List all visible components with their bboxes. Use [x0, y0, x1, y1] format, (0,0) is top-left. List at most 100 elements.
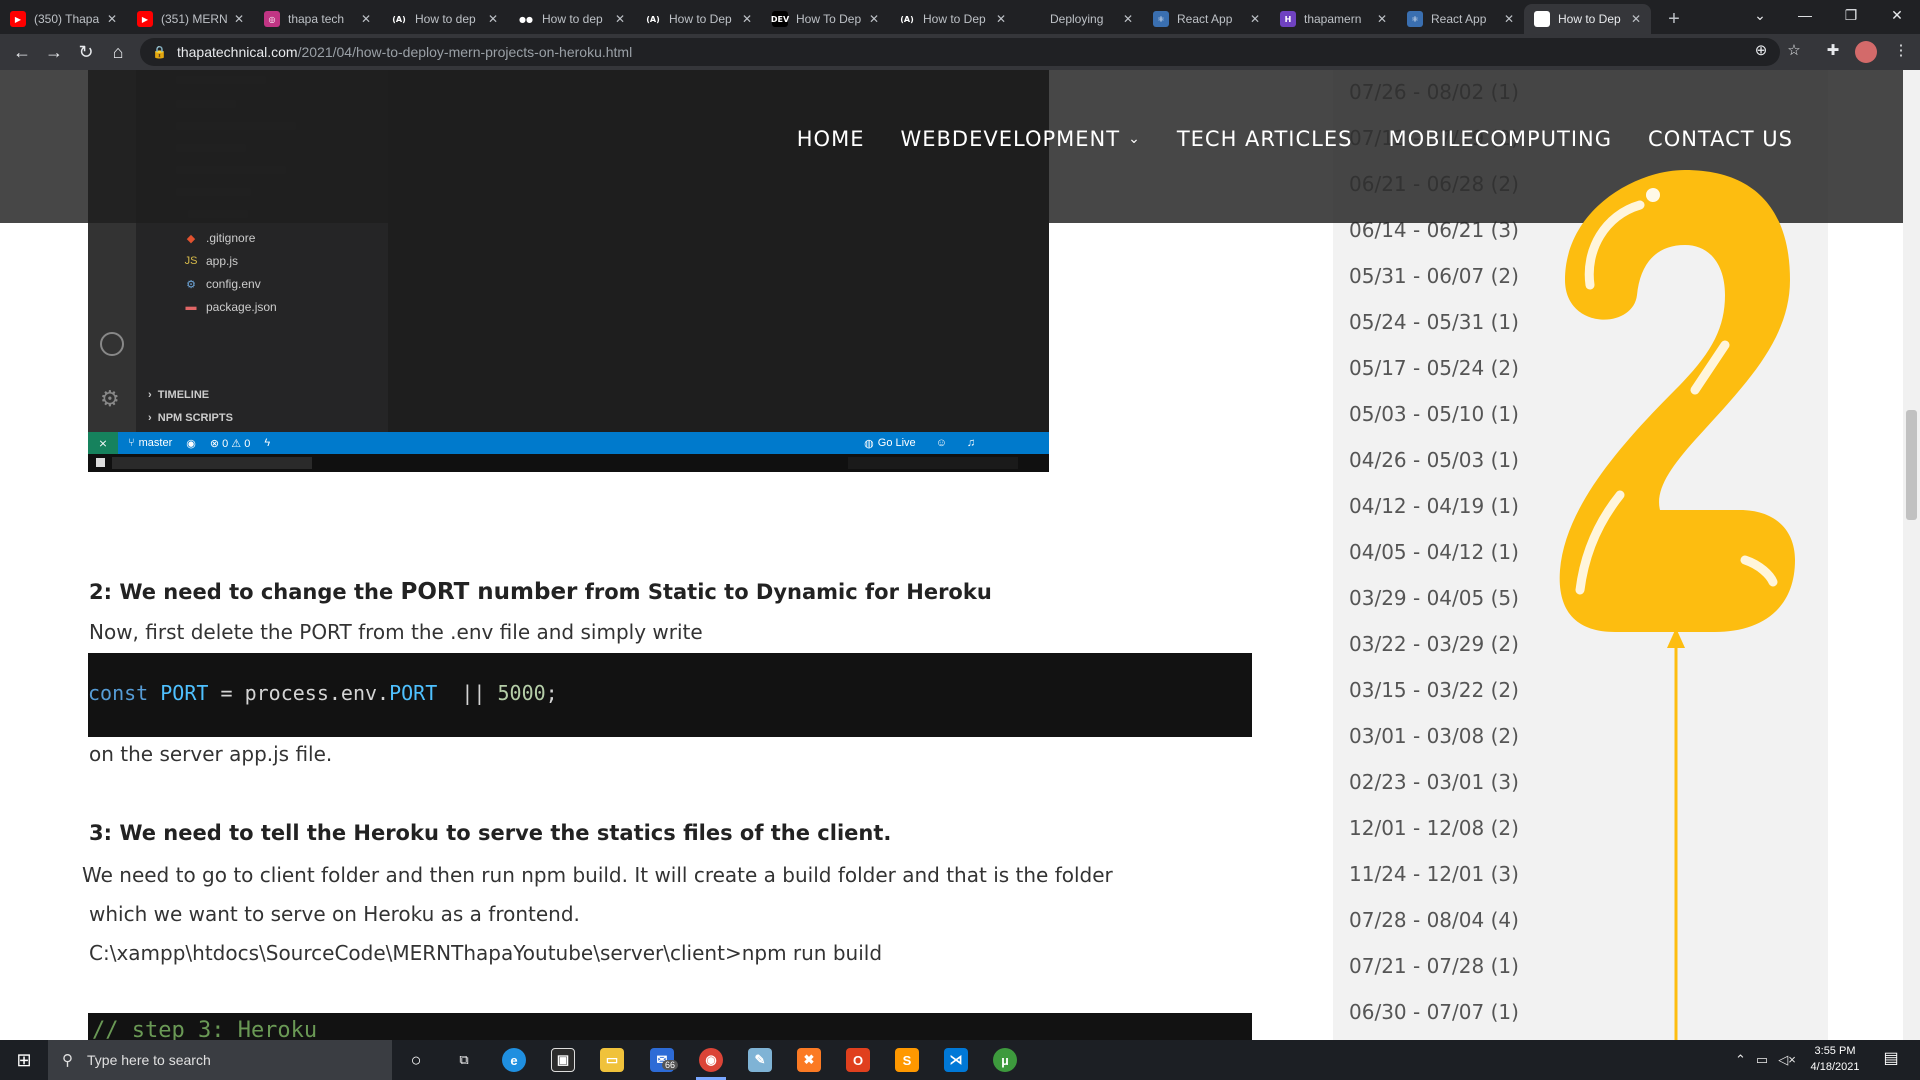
- browser-tab[interactable]: (A) How to dep ✕: [381, 4, 508, 34]
- sublime-icon[interactable]: S: [895, 1048, 919, 1072]
- tab-close-icon[interactable]: ✕: [1121, 12, 1135, 26]
- file-name: app.js: [206, 254, 239, 268]
- tab-close-icon[interactable]: ✕: [613, 12, 627, 26]
- volume-icon[interactable]: ◁×: [1778, 1052, 1796, 1068]
- browser-tab[interactable]: Deploying ✕: [1016, 4, 1143, 34]
- step2-body: Now, first delete the PORT from the .env…: [89, 620, 703, 644]
- tab-close-icon[interactable]: ✕: [486, 12, 500, 26]
- browser-tab[interactable]: Hthapamern ✕: [1270, 4, 1397, 34]
- tab-close-icon[interactable]: ✕: [1248, 12, 1262, 26]
- extensions-icon[interactable]: ✚: [1822, 41, 1844, 59]
- address-bar[interactable]: 🔒 thapatechnical.com/2021/04/how-to-depl…: [140, 38, 1780, 66]
- archive-link[interactable]: 06/30 - 07/07 (1): [1349, 1000, 1519, 1024]
- archive-link[interactable]: 03/22 - 03/29 (2): [1349, 632, 1519, 656]
- tab-close-icon[interactable]: ✕: [232, 12, 246, 26]
- archive-link[interactable]: 03/01 - 03/08 (2): [1349, 724, 1519, 748]
- tab-favicon-icon: ◎: [264, 11, 280, 27]
- clock-date: 4/18/2021: [1810, 1061, 1860, 1073]
- archive-link[interactable]: 02/23 - 03/01 (3): [1349, 770, 1519, 794]
- browser-tab[interactable]: DEV How To Dep ✕: [762, 4, 889, 34]
- archive-link[interactable]: 11/24 - 12/01 (3): [1349, 862, 1519, 886]
- utorrent-icon[interactable]: µ: [993, 1048, 1017, 1072]
- nav-webdevelopment[interactable]: WEBDEVELOPMENT ⌄: [900, 127, 1140, 151]
- home-icon[interactable]: ⌂: [102, 36, 134, 68]
- browser-tab[interactable]: ⚛ React App ✕: [1143, 4, 1270, 34]
- nav-mobilecomputing[interactable]: MOBILECOMPUTING: [1388, 127, 1612, 151]
- archive-link[interactable]: 05/03 - 05/10 (1): [1349, 402, 1519, 426]
- tab-favicon-icon: ▶: [137, 11, 153, 27]
- notepad-icon[interactable]: ✎: [748, 1048, 772, 1072]
- browser-tab[interactable]: ◎ thapa tech ✕: [254, 4, 381, 34]
- archive-link[interactable]: 07/21 - 07/28 (1): [1349, 954, 1519, 978]
- mail-badge: 66: [662, 1060, 679, 1070]
- tab-favicon-icon: ▶: [10, 11, 26, 27]
- step3-line2: which we want to serve on Heroku as a fr…: [89, 902, 580, 926]
- tab-close-icon[interactable]: ✕: [1629, 12, 1643, 26]
- reload-icon[interactable]: ↻: [70, 36, 102, 68]
- archive-link[interactable]: 12/01 - 12/08 (2): [1349, 816, 1519, 840]
- tab-favicon-icon: DEV: [771, 11, 789, 27]
- nav-home[interactable]: HOME: [797, 127, 865, 151]
- tray-expand-icon[interactable]: ⌃: [1735, 1052, 1746, 1068]
- nav-contact-us[interactable]: CONTACT US: [1648, 127, 1793, 151]
- close-window-icon[interactable]: ✕: [1874, 0, 1920, 30]
- archive-link[interactable]: 05/17 - 05/24 (2): [1349, 356, 1519, 380]
- tab-close-icon[interactable]: ✕: [867, 12, 881, 26]
- tab-close-icon[interactable]: ✕: [105, 12, 119, 26]
- store-icon[interactable]: ▣: [551, 1048, 575, 1072]
- archive-link[interactable]: 04/26 - 05/03 (1): [1349, 448, 1519, 472]
- archive-link[interactable]: 05/24 - 05/31 (1): [1349, 310, 1519, 334]
- task-view-icon[interactable]: ⧉: [452, 1048, 476, 1072]
- tab-title: Deploying: [1050, 12, 1104, 26]
- cortana-icon[interactable]: ○: [404, 1048, 428, 1072]
- archive-link[interactable]: 03/15 - 03/22 (2): [1349, 678, 1519, 702]
- file-explorer-icon[interactable]: ▭: [600, 1048, 624, 1072]
- zoom-icon[interactable]: ⊕: [1750, 41, 1772, 59]
- tab-close-icon[interactable]: ✕: [1502, 12, 1516, 26]
- new-tab-button[interactable]: +: [1659, 4, 1689, 34]
- browser-tab[interactable]: ●● How to dep ✕: [508, 4, 635, 34]
- minimize-icon[interactable]: —: [1782, 0, 1828, 30]
- profile-avatar[interactable]: [1855, 41, 1877, 63]
- restore-icon[interactable]: ❐: [1828, 0, 1874, 30]
- vscode-file-item: JS app.js: [184, 254, 238, 268]
- archive-link[interactable]: 03/29 - 04/05 (5): [1349, 586, 1519, 610]
- chrome-icon[interactable]: ◉: [699, 1048, 723, 1072]
- forward-icon[interactable]: →: [38, 36, 70, 68]
- step3-command: C:\xampp\htdocs\SourceCode\MERNThapaYout…: [89, 941, 883, 965]
- bookmark-star-icon[interactable]: ☆: [1783, 41, 1805, 59]
- tab-close-icon[interactable]: ✕: [994, 12, 1008, 26]
- browser-tab[interactable]: ▶ (351) MERN ✕: [127, 4, 254, 34]
- archive-link[interactable]: 07/28 - 08/04 (4): [1349, 908, 1519, 932]
- page-scrollbar[interactable]: [1903, 70, 1920, 1040]
- menu-icon[interactable]: ⋮: [1890, 41, 1912, 59]
- nav-tech-articles[interactable]: TECH ARTICLES: [1177, 127, 1353, 151]
- tab-favicon-icon: [1534, 11, 1550, 27]
- archive-link[interactable]: 04/12 - 04/19 (1): [1349, 494, 1519, 518]
- scrollbar-thumb[interactable]: [1906, 410, 1917, 520]
- page-viewport: ⚙ › TIMELINE › NPM SCRIPTS ⨯ ⑂ master ◉ …: [0, 70, 1920, 1040]
- archive-link[interactable]: 04/05 - 04/12 (1): [1349, 540, 1519, 564]
- browser-tab[interactable]: ▶ (350) Thapa ✕: [0, 4, 127, 34]
- office-icon[interactable]: O: [846, 1048, 870, 1072]
- browser-tab[interactable]: How to Dep ✕: [1524, 4, 1651, 34]
- windows-start-icon[interactable]: ⊞: [0, 1040, 48, 1080]
- tab-close-icon[interactable]: ✕: [1375, 12, 1389, 26]
- file-name: config.env: [206, 277, 261, 291]
- tab-title: How to dep: [415, 12, 476, 26]
- tab-close-icon[interactable]: ✕: [740, 12, 754, 26]
- taskbar-search-box[interactable]: ⚲ Type here to search: [48, 1040, 392, 1080]
- tab-search-icon[interactable]: ⌄: [1737, 0, 1783, 30]
- notification-icon[interactable]: ▤: [1880, 1048, 1902, 1070]
- edge-icon[interactable]: e: [502, 1048, 526, 1072]
- vscode-icon[interactable]: ⋊: [944, 1048, 968, 1072]
- browser-tab[interactable]: (A) How to Dep ✕: [635, 4, 762, 34]
- back-icon[interactable]: ←: [6, 36, 38, 68]
- taskbar-clock[interactable]: 3:55 PM 4/18/2021: [1800, 1043, 1870, 1075]
- archive-link[interactable]: 05/31 - 06/07 (2): [1349, 264, 1519, 288]
- browser-tab[interactable]: (A) How to Dep ✕: [889, 4, 1016, 34]
- browser-tab[interactable]: ⚛ React App ✕: [1397, 4, 1524, 34]
- xampp-icon[interactable]: ✖: [797, 1048, 821, 1072]
- tab-close-icon[interactable]: ✕: [359, 12, 373, 26]
- network-icon[interactable]: ▭: [1756, 1052, 1768, 1068]
